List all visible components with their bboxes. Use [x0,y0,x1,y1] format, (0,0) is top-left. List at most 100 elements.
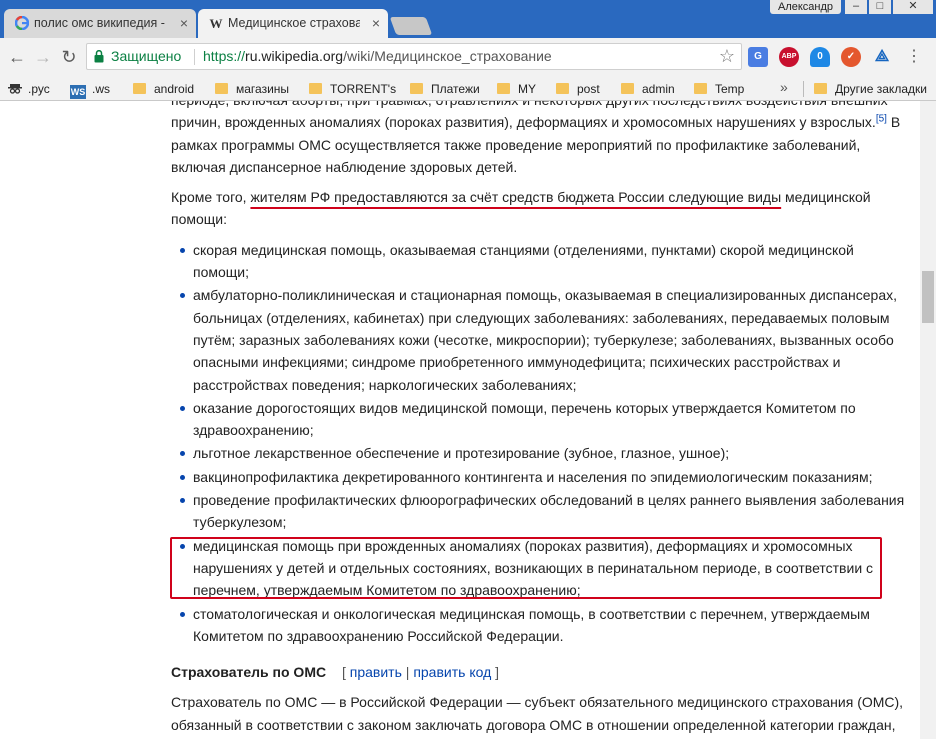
url-text[interactable]: https://ru.wikipedia.org/wiki/Медицинско… [203,44,552,69]
list-item-text: оказание дорогостоящих видов медицинской… [193,399,856,439]
bookmark-label: Temp [715,82,745,96]
folder-icon [133,83,146,94]
lock-icon [94,50,104,63]
tab-google-search[interactable]: полис омс википедия - По × [4,9,196,38]
bookmark-folder[interactable]: TORRENT's [309,81,396,97]
paragraph: Кроме того, жителям РФ предоставляются з… [171,186,906,231]
bullet-icon [180,247,185,253]
highlighted-phrase: жителям РФ предоставляются за счёт средс… [250,189,782,206]
bookmark-label: Платежи [431,82,480,96]
url-host: ru.wikipedia.org [245,48,344,64]
list-item-text: вакцинопрофилактика декретированного кон… [193,468,873,485]
tab-title: Медицинское страхование [228,16,360,30]
folder-icon [621,83,634,94]
bookmark-label: магазины [236,82,290,96]
tab-title: полис омс википедия - По [34,16,168,30]
paragraph: Страхователь по ОМС — в Российской Федер… [171,694,904,733]
ws-icon: WS [70,85,86,99]
back-button[interactable]: ← [6,46,28,68]
separator: | [405,664,410,681]
bullet-icon [180,474,185,480]
reload-button[interactable]: ↻ [58,46,80,68]
address-bar[interactable]: Защищено https://ru.wikipedia.org/wiki/М… [86,43,742,70]
list-item: льготное лекарственное обеспечение и про… [171,442,906,464]
close-icon[interactable]: × [372,9,380,38]
maximize-button[interactable]: □ [869,0,891,14]
list-item: вакцинопрофилактика декретированного кон… [171,466,906,488]
list-item: проведение профилактических флюорографич… [171,489,906,534]
list-item-text: скорая медицинская помощь, оказываемая с… [193,241,854,281]
profile-button[interactable]: Александр [770,0,842,14]
list-item-text: амбулаторно-поликлиническая и стационарн… [193,287,897,393]
list-item: стоматологическая и онкологическая медиц… [171,603,906,648]
bookmark-item[interactable]: WS .ws [70,81,110,99]
folder-icon [814,83,827,94]
list-item-text: проведение профилактических флюорографич… [193,492,905,531]
ghostery-icon[interactable]: 0 [810,47,830,67]
page-content: периоде, включая аборты; при травмах, от… [0,101,920,739]
folder-icon [694,83,707,94]
scrollbar-thumb[interactable] [922,271,934,323]
bookmark-folder[interactable]: admin [621,81,675,97]
list-item: амбулаторно-поликлиническая и стационарн… [171,284,906,395]
bookmarks-more-button[interactable]: » [780,79,788,95]
bookmarks-bar: .рус WS .ws android магазины TORRENT's Пл… [0,76,936,101]
url-path: /wiki/Медицинское_страхование [343,48,552,64]
wikipedia-icon: W [209,16,223,31]
edit-code-link[interactable]: править код [413,664,491,680]
acrobat-icon[interactable]: ⟁ [872,47,892,67]
other-bookmarks[interactable]: Другие закладки [814,81,927,97]
bookmark-label: android [154,82,195,96]
bookmark-label: MY [518,82,536,96]
bookmark-star-icon[interactable]: ☆ [719,44,735,69]
browser-toolbar: ← → ↻ Защищено https://ru.wikipedia.org/… [0,38,936,76]
bookmark-item[interactable]: .рус [8,81,50,97]
list-item-text: стоматологическая и онкологическая медиц… [193,605,870,644]
bullet-icon [180,293,185,299]
bookmark-label: TORRENT's [330,82,397,96]
scrollbar-track[interactable] [920,101,936,739]
bullet-icon [180,498,185,504]
list-item-text: льготное лекарственное обеспечение и про… [193,445,730,462]
list-item: оказание дорогостоящих видов медицинской… [171,397,906,442]
bookmark-folder[interactable]: MY [497,81,536,97]
bracket: ] [495,664,500,681]
bookmark-folder[interactable]: android [133,81,194,97]
spy-icon [8,84,22,94]
edit-link[interactable]: править [350,664,402,680]
tab-strip: полис омс википедия - По × W Медицинское… [0,0,936,38]
tab-wikipedia[interactable]: W Медицинское страхование × [198,9,388,38]
article-body: периоде, включая аборты; при травмах, от… [171,101,906,739]
bookmark-label: post [577,82,600,96]
bookmark-label: Другие закладки [835,82,927,96]
close-icon[interactable]: × [180,9,188,38]
bookmark-folder[interactable]: Платежи [410,81,480,97]
adblock-icon[interactable]: ABP [779,47,799,67]
list-item: скорая медицинская помощь, оказываемая с… [171,239,906,284]
close-window-button[interactable]: ✕ [893,0,933,14]
folder-icon [215,83,228,94]
translate-icon[interactable]: G [748,47,768,67]
citation-link[interactable]: [5] [876,114,887,125]
bookmark-label: .ws [92,82,110,96]
paragraph: периоде, включая аборты; при травмах, от… [171,101,906,178]
forward-button[interactable]: → [32,46,54,68]
menu-icon[interactable]: ⋮ [903,46,925,68]
bullet-icon [180,611,185,617]
secure-label[interactable]: Защищено [111,44,181,69]
new-tab-button[interactable] [389,17,433,35]
highlight-box [170,537,882,599]
bookmark-folder[interactable]: магазины [215,81,289,97]
google-icon [14,15,30,32]
bullet-icon [180,405,185,411]
bookmark-folder[interactable]: post [556,81,600,97]
vpn-icon[interactable]: ✓ [841,47,861,67]
edit-section-links: [ править | править код ] [342,664,499,680]
section-heading: Страхователь по ОМС [ править | править … [171,661,906,683]
minimize-button[interactable]: – [845,0,867,14]
url-proto: https:// [203,48,246,64]
bookmark-folder[interactable]: Temp [694,81,744,97]
bookmark-label: admin [642,82,675,96]
folder-icon [309,83,322,94]
folder-icon [497,83,510,94]
